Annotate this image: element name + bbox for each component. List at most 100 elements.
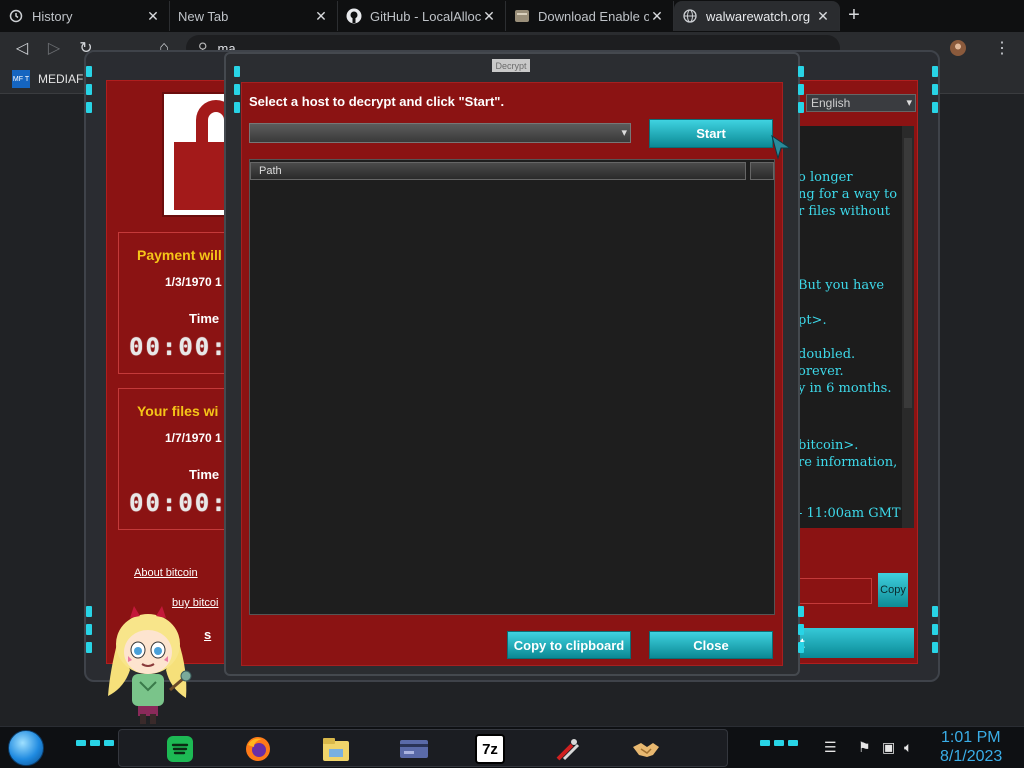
- payment-date: 1/3/1970 1: [165, 275, 222, 289]
- mediafire-icon: MF T: [12, 70, 30, 88]
- message-line: - 11:00am GMT: [798, 506, 901, 521]
- tab-download[interactable]: Download Enable or ✕: [506, 1, 674, 31]
- taskbar-light: [76, 740, 86, 746]
- screen: History ✕ New Tab ✕ GitHub - LocalAlloc/…: [0, 0, 1024, 768]
- close-icon[interactable]: ✕: [313, 8, 329, 24]
- tab-label: History: [32, 8, 73, 24]
- message-line: y in 6 months.: [798, 381, 892, 396]
- globe-icon: [682, 8, 698, 24]
- time-left-label: Time: [189, 467, 220, 482]
- spotify-icon[interactable]: [165, 734, 195, 764]
- file-explorer-icon[interactable]: [321, 734, 351, 764]
- files-date: 1/7/1970 1: [165, 431, 222, 445]
- check-payment-button[interactable]: t: [798, 628, 914, 658]
- start-button[interactable]: Start: [649, 119, 773, 148]
- handshake-icon[interactable]: [631, 734, 661, 764]
- tab-label: GitHub - LocalAlloc/: [370, 8, 481, 24]
- frame-light: [798, 102, 804, 113]
- tools-icon[interactable]: [553, 734, 583, 764]
- files-title: Your files wi: [137, 403, 219, 419]
- frame-light: [86, 642, 92, 653]
- files-countdown: 00:00:: [129, 489, 228, 517]
- taskbar-light: [104, 740, 114, 746]
- card-icon[interactable]: [399, 734, 429, 764]
- tab-new-tab[interactable]: New Tab ✕: [170, 1, 338, 31]
- language-select[interactable]: English: [806, 94, 916, 112]
- ransom-message: o longer ng for a way to r files without…: [798, 126, 902, 528]
- frame-light: [86, 84, 92, 95]
- tab-walwarewatch[interactable]: walwarewatch.org ✕: [674, 1, 840, 31]
- 7zip-icon[interactable]: 7z: [475, 734, 505, 764]
- host-select[interactable]: [249, 123, 631, 143]
- payment-title: Payment will: [137, 247, 222, 263]
- column-header-path[interactable]: Path: [250, 162, 746, 180]
- menu-icon[interactable]: ⋮: [992, 38, 1012, 58]
- message-line: re information,: [798, 455, 898, 470]
- about-bitcoin-link[interactable]: About bitcoin: [134, 567, 198, 579]
- frame-light: [932, 66, 938, 77]
- message-line: ng for a way to: [798, 187, 898, 202]
- clock-time[interactable]: 1:01 PM: [941, 729, 1001, 747]
- flag-icon[interactable]: ⚑: [858, 739, 871, 756]
- network-icon[interactable]: ▣: [882, 739, 895, 756]
- frame-light: [932, 102, 938, 113]
- time-left-label: Time: [189, 311, 220, 326]
- frame-light: [932, 624, 938, 635]
- forward-icon[interactable]: ▷: [44, 38, 64, 58]
- frame-light: [932, 84, 938, 95]
- decrypt-prompt: Select a host to decrypt and click "Star…: [249, 94, 505, 109]
- close-icon[interactable]: ✕: [145, 8, 161, 24]
- volume-icon[interactable]: 🔈︎: [904, 739, 912, 756]
- taskbar-light: [788, 740, 798, 746]
- contact-us-link[interactable]: s: [204, 627, 211, 642]
- payment-countdown: 00:00:: [129, 333, 228, 361]
- close-icon[interactable]: ✕: [815, 8, 831, 24]
- avatar[interactable]: [948, 38, 968, 58]
- frame-light: [932, 642, 938, 653]
- tab-label: walwarewatch.org: [706, 8, 811, 24]
- frame-light: [798, 606, 804, 617]
- payment-raise-box: Payment will 1/3/1970 1 Time 00:00:: [118, 232, 228, 374]
- star-butterfly-sprite: [108, 606, 192, 724]
- taskbar-light: [760, 740, 770, 746]
- column-header-extra[interactable]: [750, 162, 774, 180]
- frame-light: [86, 102, 92, 113]
- copy-button[interactable]: Copy: [878, 573, 908, 607]
- cursor-icon: [771, 134, 792, 160]
- message-line: But you have: [798, 278, 885, 293]
- dialog-title: Decrypt: [492, 59, 530, 72]
- message-line: orever.: [798, 364, 844, 379]
- close-icon[interactable]: ✕: [649, 8, 665, 24]
- message-line: bitcoin>.: [798, 438, 859, 453]
- frame-light: [86, 624, 92, 635]
- back-icon[interactable]: ◁: [12, 38, 32, 58]
- page-icon: [514, 8, 530, 24]
- frame-light: [234, 102, 240, 113]
- files-lost-box: Your files wi 1/7/1970 1 Time 00:00:: [118, 388, 228, 530]
- file-list[interactable]: Path: [249, 159, 775, 615]
- history-icon: [8, 8, 24, 24]
- close-button[interactable]: Close: [649, 631, 773, 659]
- tab-strip: History ✕ New Tab ✕ GitHub - LocalAlloc/…: [0, 0, 1024, 32]
- close-icon[interactable]: ✕: [481, 8, 497, 24]
- github-icon: [346, 8, 362, 24]
- show-desktop-icon[interactable]: ☰: [824, 739, 837, 756]
- message-line: r files without: [798, 204, 890, 219]
- message-scrollbar[interactable]: [902, 126, 914, 528]
- frame-light: [798, 624, 804, 635]
- bitcoin-address-field[interactable]: [798, 578, 872, 604]
- copy-to-clipboard-button[interactable]: Copy to clipboard: [507, 631, 631, 659]
- new-tab-button[interactable]: +: [840, 0, 868, 30]
- tab-github[interactable]: GitHub - LocalAlloc/ ✕: [338, 1, 506, 31]
- frame-light: [234, 66, 240, 77]
- frame-light: [798, 66, 804, 77]
- clock-date[interactable]: 8/1/2023: [940, 748, 1002, 766]
- bookmark-mediafire[interactable]: MF T MEDIAFI: [12, 70, 87, 88]
- frame-light: [798, 642, 804, 653]
- scrollbar-thumb[interactable]: [904, 138, 912, 408]
- frame-light: [932, 606, 938, 617]
- start-button[interactable]: [8, 730, 44, 766]
- frame-light: [798, 84, 804, 95]
- tab-history[interactable]: History ✕: [0, 1, 170, 31]
- firefox-icon[interactable]: [243, 734, 273, 764]
